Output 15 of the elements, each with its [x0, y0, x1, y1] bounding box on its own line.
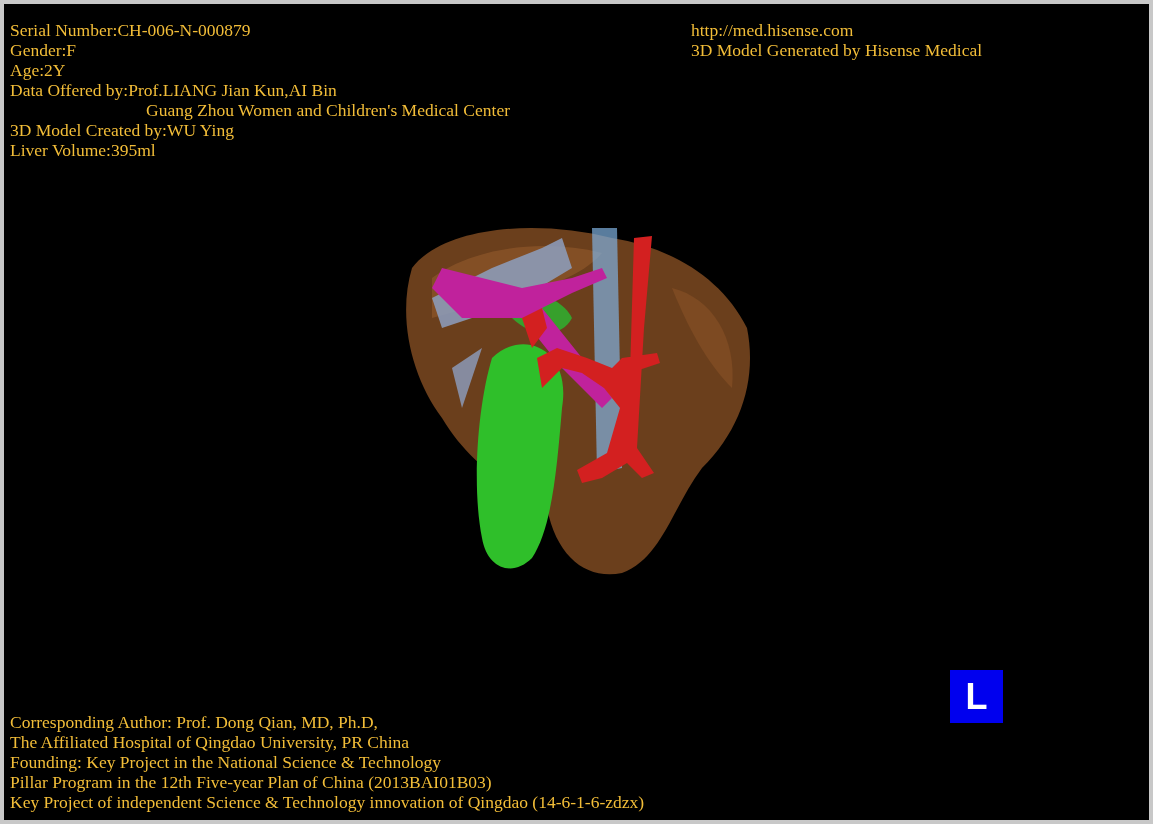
credit-text: Founding: Key Project in the National Science & Technology: [10, 752, 441, 772]
orientation-marker: L: [950, 670, 1003, 723]
info-text: 3D Model Created by:WU Ying: [10, 120, 234, 140]
info-text: http://med.hisense.com: [691, 20, 854, 40]
credit-text: Pillar Program in the 12th Five-year Plan of China (2013BAI01B03): [10, 772, 492, 792]
credit-text: The Affiliated Hospital of Qingdao University, PR China: [10, 732, 410, 752]
info-text: Age:2Y: [10, 60, 66, 80]
info-text: Gender:F: [10, 40, 77, 60]
info-text: Liver Volume:395ml: [10, 140, 156, 160]
info-text: 3D Model Generated by Hisense Medical: [691, 40, 983, 60]
info-text: Serial Number:CH-006-N-000879: [10, 20, 251, 40]
info-text: Guang Zhou Women and Children's Medical Center: [145, 100, 510, 120]
credit-text: Key Project of independent Science & Technology innovation of Qingdao (14-6-1-6-zdzx): [10, 792, 645, 812]
credit-text: Corresponding Author: Prof. Dong Qian, MD, Ph.D,: [10, 712, 378, 732]
info-text: Data Offered by:Prof.LIANG Jian Kun,AI Bin: [10, 80, 337, 100]
